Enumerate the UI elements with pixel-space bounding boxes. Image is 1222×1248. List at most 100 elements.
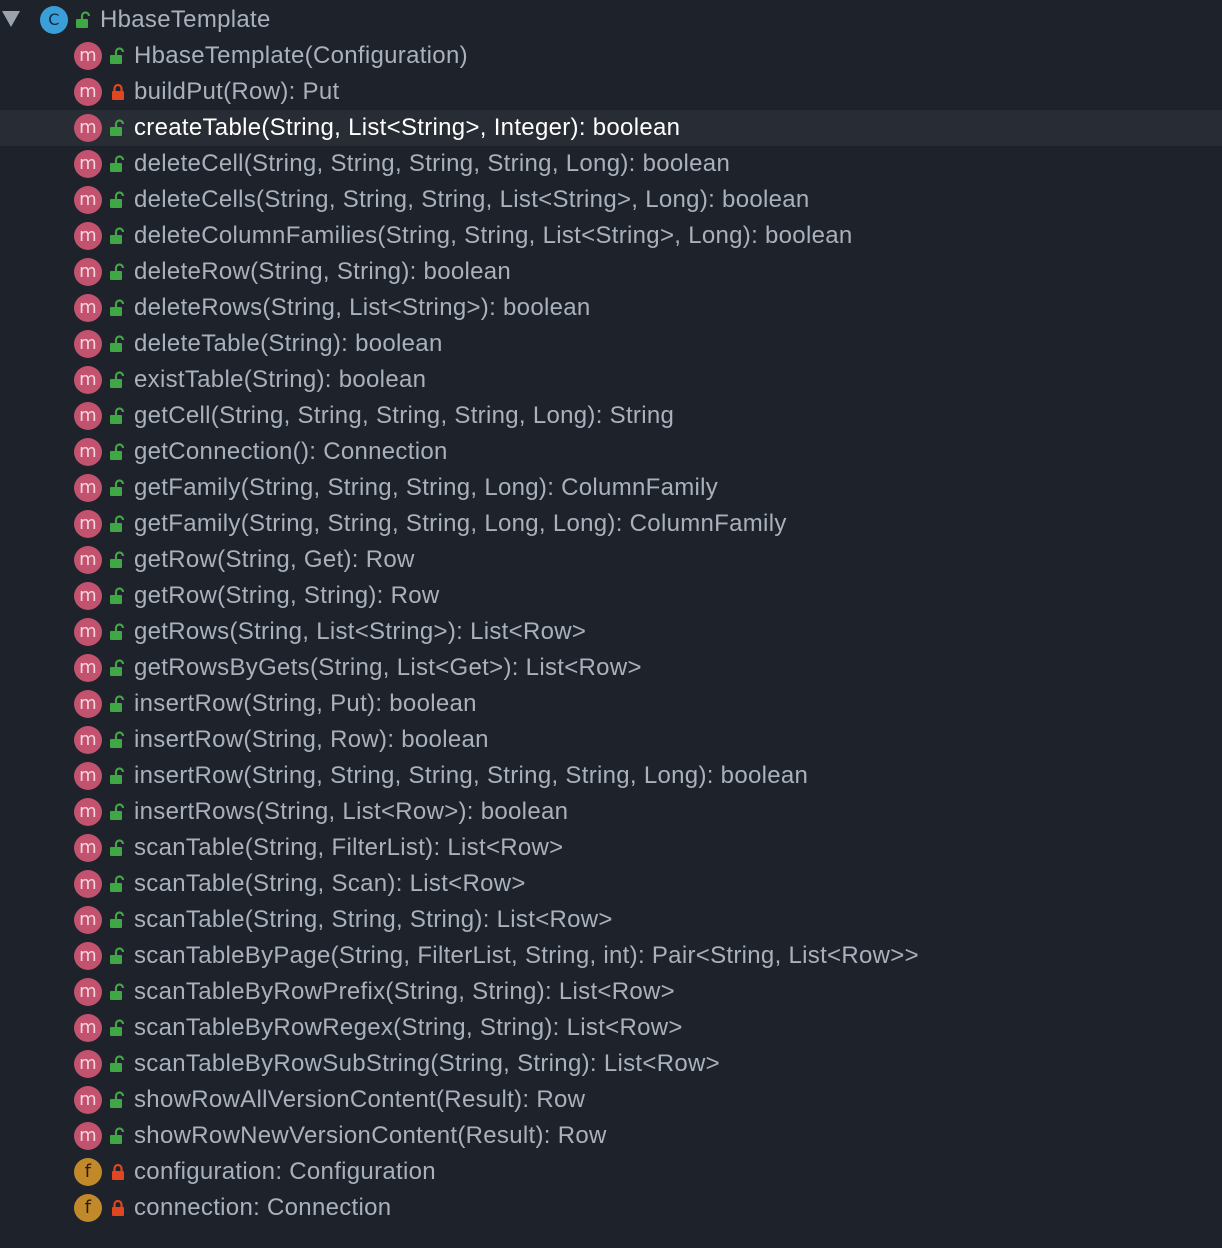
method-icon: m [74, 798, 102, 826]
public-lock-icon [110, 587, 125, 604]
field-icon: f [74, 1158, 102, 1186]
public-lock-icon [110, 299, 125, 316]
member-label: showRowNewVersionContent(Result): Row [134, 1122, 607, 1149]
member-label: HbaseTemplate(Configuration) [134, 42, 468, 69]
tree-node-method[interactable]: m scanTableByPage(String, FilterList, Str… [0, 938, 1222, 974]
method-icon: m [74, 78, 102, 106]
public-lock-icon [110, 479, 125, 496]
method-icon: m [74, 582, 102, 610]
public-lock-icon [110, 1091, 125, 1108]
private-lock-icon [112, 83, 124, 100]
member-label: scanTable(String, FilterList): List<Row> [134, 834, 564, 861]
tree-node-method[interactable]: m scanTableByRowRegex(String, String): Li… [0, 1010, 1222, 1046]
method-icon: m [74, 1014, 102, 1042]
member-label: scanTableByRowSubString(String, String):… [134, 1050, 720, 1077]
public-lock-icon [110, 983, 125, 1000]
member-label: getRowsByGets(String, List<Get>): List<R… [134, 654, 642, 681]
class-icon: C [40, 6, 68, 34]
tree-node-method[interactable]: m deleteRows(String, List<String>): boole… [0, 290, 1222, 326]
member-label: createTable(String, List<String>, Intege… [134, 114, 681, 141]
member-label: scanTableByRowPrefix(String, String): Li… [134, 978, 675, 1005]
public-lock-icon [110, 875, 125, 892]
method-icon: m [74, 294, 102, 322]
member-label: scanTable(String, Scan): List<Row> [134, 870, 526, 897]
member-label: deleteCell(String, String, String, Strin… [134, 150, 731, 177]
tree-node-method[interactable]: m getConnection(): Connection [0, 434, 1222, 470]
public-lock-icon [110, 263, 125, 280]
tree-node-method[interactable]: m showRowAllVersionContent(Result): Row [0, 1082, 1222, 1118]
tree-node-method[interactable]: m scanTable(String, Scan): List<Row> [0, 866, 1222, 902]
member-label: showRowAllVersionContent(Result): Row [134, 1086, 586, 1113]
tree-node-method[interactable]: m insertRow(String, Row): boolean [0, 722, 1222, 758]
method-icon: m [74, 834, 102, 862]
method-icon: m [74, 42, 102, 70]
tree-node-class[interactable]: C HbaseTemplate [0, 2, 1222, 38]
tree-node-method[interactable]: m scanTable(String, FilterList): List<Row… [0, 830, 1222, 866]
method-icon: m [74, 870, 102, 898]
tree-node-method[interactable]: m getRow(String, String): Row [0, 578, 1222, 614]
member-label: getCell(String, String, String, String, … [134, 402, 675, 429]
member-label: buildPut(Row): Put [134, 78, 340, 105]
tree-node-method[interactable]: m deleteCells(String, String, String, Lis… [0, 182, 1222, 218]
tree-node-method[interactable]: m scanTableByRowPrefix(String, String): L… [0, 974, 1222, 1010]
tree-node-method[interactable]: m getFamily(String, String, String, Long)… [0, 470, 1222, 506]
member-label: scanTable(String, String, String): List<… [134, 906, 613, 933]
method-icon: m [74, 762, 102, 790]
member-label: existTable(String): boolean [134, 366, 427, 393]
tree-node-method[interactable]: m showRowNewVersionContent(Result): Row [0, 1118, 1222, 1154]
public-lock-icon [110, 731, 125, 748]
member-label: deleteRows(String, List<String>): boolea… [134, 294, 591, 321]
method-icon: m [74, 978, 102, 1006]
method-icon: m [74, 546, 102, 574]
public-lock-icon [110, 515, 125, 532]
public-lock-icon [110, 119, 125, 136]
method-icon: m [74, 330, 102, 358]
tree-node-method[interactable]: m insertRow(String, String, String, Strin… [0, 758, 1222, 794]
public-lock-icon [110, 659, 125, 676]
method-icon: m [74, 402, 102, 430]
public-lock-icon [76, 11, 91, 28]
method-icon: m [74, 1086, 102, 1114]
tree-node-method[interactable]: m scanTable(String, String, String): List… [0, 902, 1222, 938]
tree-node-method[interactable]: m getFamily(String, String, String, Long,… [0, 506, 1222, 542]
member-label: deleteTable(String): boolean [134, 330, 443, 357]
tree-node-field[interactable]: f configuration: Configuration [0, 1154, 1222, 1190]
public-lock-icon [110, 227, 125, 244]
member-label: insertRow(String, Row): boolean [134, 726, 489, 753]
method-icon: m [74, 618, 102, 646]
method-icon: m [74, 942, 102, 970]
tree-node-method[interactable]: m createTable(String, List<String>, Integ… [0, 110, 1222, 146]
tree-node-method[interactable]: m existTable(String): boolean [0, 362, 1222, 398]
tree-node-method[interactable]: m getRows(String, List<String>): List<Row… [0, 614, 1222, 650]
member-label: insertRow(String, Put): boolean [134, 690, 477, 717]
tree-node-method[interactable]: m deleteCell(String, String, String, Stri… [0, 146, 1222, 182]
member-label: getFamily(String, String, String, Long):… [134, 474, 719, 501]
tree-node-method[interactable]: m deleteRow(String, String): boolean [0, 254, 1222, 290]
tree-node-method[interactable]: m deleteTable(String): boolean [0, 326, 1222, 362]
method-icon: m [74, 222, 102, 250]
tree-node-method[interactable]: m insertRow(String, Put): boolean [0, 686, 1222, 722]
member-label: insertRows(String, List<Row>): boolean [134, 798, 569, 825]
method-icon: m [74, 690, 102, 718]
tree-node-method[interactable]: m getRow(String, Get): Row [0, 542, 1222, 578]
member-label: configuration: Configuration [134, 1158, 436, 1185]
tree-node-field[interactable]: f connection: Connection [0, 1190, 1222, 1226]
tree-node-method[interactable]: m getCell(String, String, String, String,… [0, 398, 1222, 434]
member-label: getConnection(): Connection [134, 438, 448, 465]
tree-node-method[interactable]: m getRowsByGets(String, List<Get>): List<… [0, 650, 1222, 686]
tree-node-method[interactable]: m insertRows(String, List<Row>): boolean [0, 794, 1222, 830]
public-lock-icon [110, 623, 125, 640]
private-lock-icon [112, 1199, 124, 1216]
member-label: getRow(String, String): Row [134, 582, 440, 609]
method-icon: m [74, 366, 102, 394]
tree-node-method[interactable]: m scanTableByRowSubString(String, String)… [0, 1046, 1222, 1082]
method-icon: m [74, 906, 102, 934]
member-label: getRows(String, List<String>): List<Row> [134, 618, 587, 645]
tree-node-method[interactable]: m deleteColumnFamilies(String, String, Li… [0, 218, 1222, 254]
expand-toggle-icon[interactable] [2, 11, 20, 27]
method-icon: m [74, 654, 102, 682]
tree-node-method[interactable]: m buildPut(Row): Put [0, 74, 1222, 110]
member-label: scanTableByPage(String, FilterList, Stri… [134, 942, 919, 969]
public-lock-icon [110, 803, 125, 820]
tree-node-method[interactable]: m HbaseTemplate(Configuration) [0, 38, 1222, 74]
